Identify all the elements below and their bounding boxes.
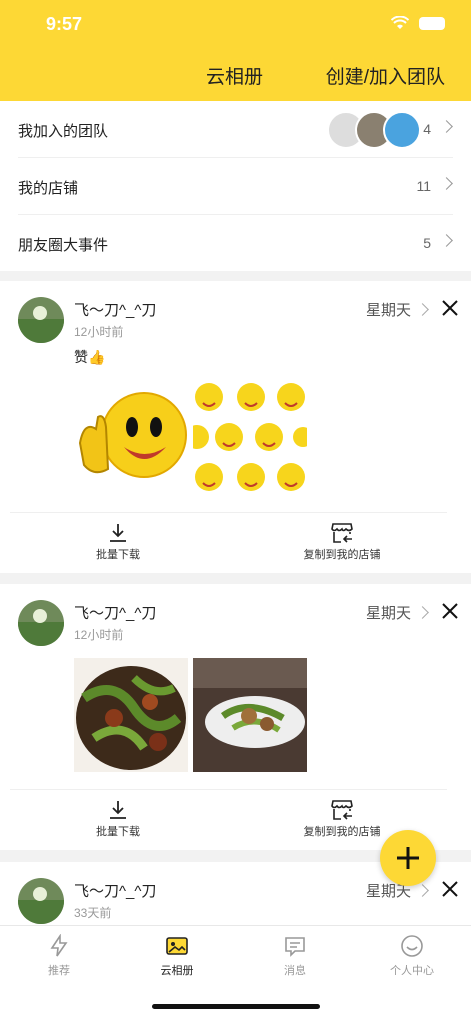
post-images xyxy=(74,381,307,495)
post-images xyxy=(74,658,307,772)
add-post-button[interactable] xyxy=(380,830,436,886)
close-icon[interactable] xyxy=(439,878,461,900)
post-actions: 批量下载 复制到我的店铺 xyxy=(10,512,447,573)
post-text: 赞👍 xyxy=(74,349,106,365)
menu-item-my-shops[interactable]: 我的店铺 11 xyxy=(18,158,453,215)
menu-item-count: 5 xyxy=(423,235,431,251)
smile-icon xyxy=(401,935,423,957)
shop-icon xyxy=(331,800,353,820)
post-author: 飞～刀^_^刀 xyxy=(74,883,157,900)
tab-recommend[interactable]: 推荐 xyxy=(0,934,118,978)
chevron-right-icon xyxy=(440,120,453,133)
batch-download-button[interactable]: 批量下载 xyxy=(58,799,178,839)
post-time: 12小时前 xyxy=(74,628,124,642)
chevron-right-icon[interactable] xyxy=(416,884,429,897)
tab-label: 消息 xyxy=(284,965,306,977)
team-avatars xyxy=(327,111,421,149)
menu-item-label: 朋友圈大事件 xyxy=(18,237,109,254)
lightning-icon xyxy=(50,934,68,957)
post-card: 飞～刀^_^刀 12小时前 星期天 赞👍 批量下载 复制到我的店铺 xyxy=(0,281,471,573)
batch-download-label: 批量下载 xyxy=(96,549,140,561)
batch-download-label: 批量下载 xyxy=(96,826,140,838)
copy-to-shop-button[interactable]: 复制到我的店铺 xyxy=(282,522,402,562)
batch-download-button[interactable]: 批量下载 xyxy=(58,522,178,562)
post-image[interactable] xyxy=(193,658,307,772)
download-icon xyxy=(110,524,126,542)
close-icon[interactable] xyxy=(439,297,461,319)
post-image[interactable] xyxy=(74,658,188,772)
chevron-right-icon[interactable] xyxy=(416,606,429,619)
menu-item-count: 11 xyxy=(416,178,431,194)
menu-item-label: 我的店铺 xyxy=(18,180,79,197)
avatar[interactable] xyxy=(18,878,64,924)
avatar[interactable] xyxy=(18,297,64,343)
chevron-right-icon[interactable] xyxy=(416,303,429,316)
menu-item-moments-events[interactable]: 朋友圈大事件 5 xyxy=(18,215,453,271)
copy-to-shop-label: 复制到我的店铺 xyxy=(303,549,381,561)
message-icon xyxy=(285,937,305,957)
chevron-right-icon xyxy=(440,234,453,247)
tab-cloud-album[interactable]: 云相册 xyxy=(118,934,236,978)
shop-icon xyxy=(331,523,353,543)
home-indicator[interactable] xyxy=(152,1004,320,1009)
status-icons xyxy=(391,16,445,30)
post-image[interactable] xyxy=(193,381,307,495)
avatar xyxy=(383,111,421,149)
menu-item-count: 4 xyxy=(423,121,431,137)
tab-label: 推荐 xyxy=(48,965,70,977)
menu-item-label: 我加入的团队 xyxy=(18,123,109,140)
tab-messages[interactable]: 消息 xyxy=(236,934,354,978)
app-header: 9:57 云相册 创建/加入团队 xyxy=(0,0,471,101)
status-time: 9:57 xyxy=(46,14,83,34)
tab-profile[interactable]: 个人中心 xyxy=(353,934,471,978)
tab-label: 个人中心 xyxy=(390,965,434,977)
menu-item-my-teams[interactable]: 我加入的团队 4 xyxy=(18,101,453,158)
download-icon xyxy=(110,801,126,819)
post-day[interactable]: 星期天 xyxy=(366,602,411,623)
post-author: 飞～刀^_^刀 xyxy=(74,605,157,622)
post-card: 飞～刀^_^刀 12小时前 星期天 批量下载 复制到我的店铺 xyxy=(0,584,471,850)
wifi-icon xyxy=(391,16,409,29)
album-menu: 我加入的团队 4 我的店铺 11 朋友圈大事件 5 xyxy=(0,101,471,271)
tab-label: 云相册 xyxy=(160,965,194,977)
album-icon xyxy=(166,937,188,955)
create-join-team-button[interactable]: 创建/加入团队 xyxy=(326,62,445,89)
plus-icon xyxy=(397,847,419,869)
close-icon[interactable] xyxy=(439,600,461,622)
chevron-right-icon xyxy=(440,177,453,190)
page-title: 云相册 xyxy=(206,67,264,88)
battery-icon xyxy=(419,16,445,30)
post-day[interactable]: 星期天 xyxy=(366,299,411,320)
post-image[interactable] xyxy=(74,381,188,495)
post-author: 飞～刀^_^刀 xyxy=(74,302,157,319)
post-time: 12小时前 xyxy=(74,325,124,339)
avatar[interactable] xyxy=(18,600,64,646)
post-time: 33天前 xyxy=(74,906,112,920)
